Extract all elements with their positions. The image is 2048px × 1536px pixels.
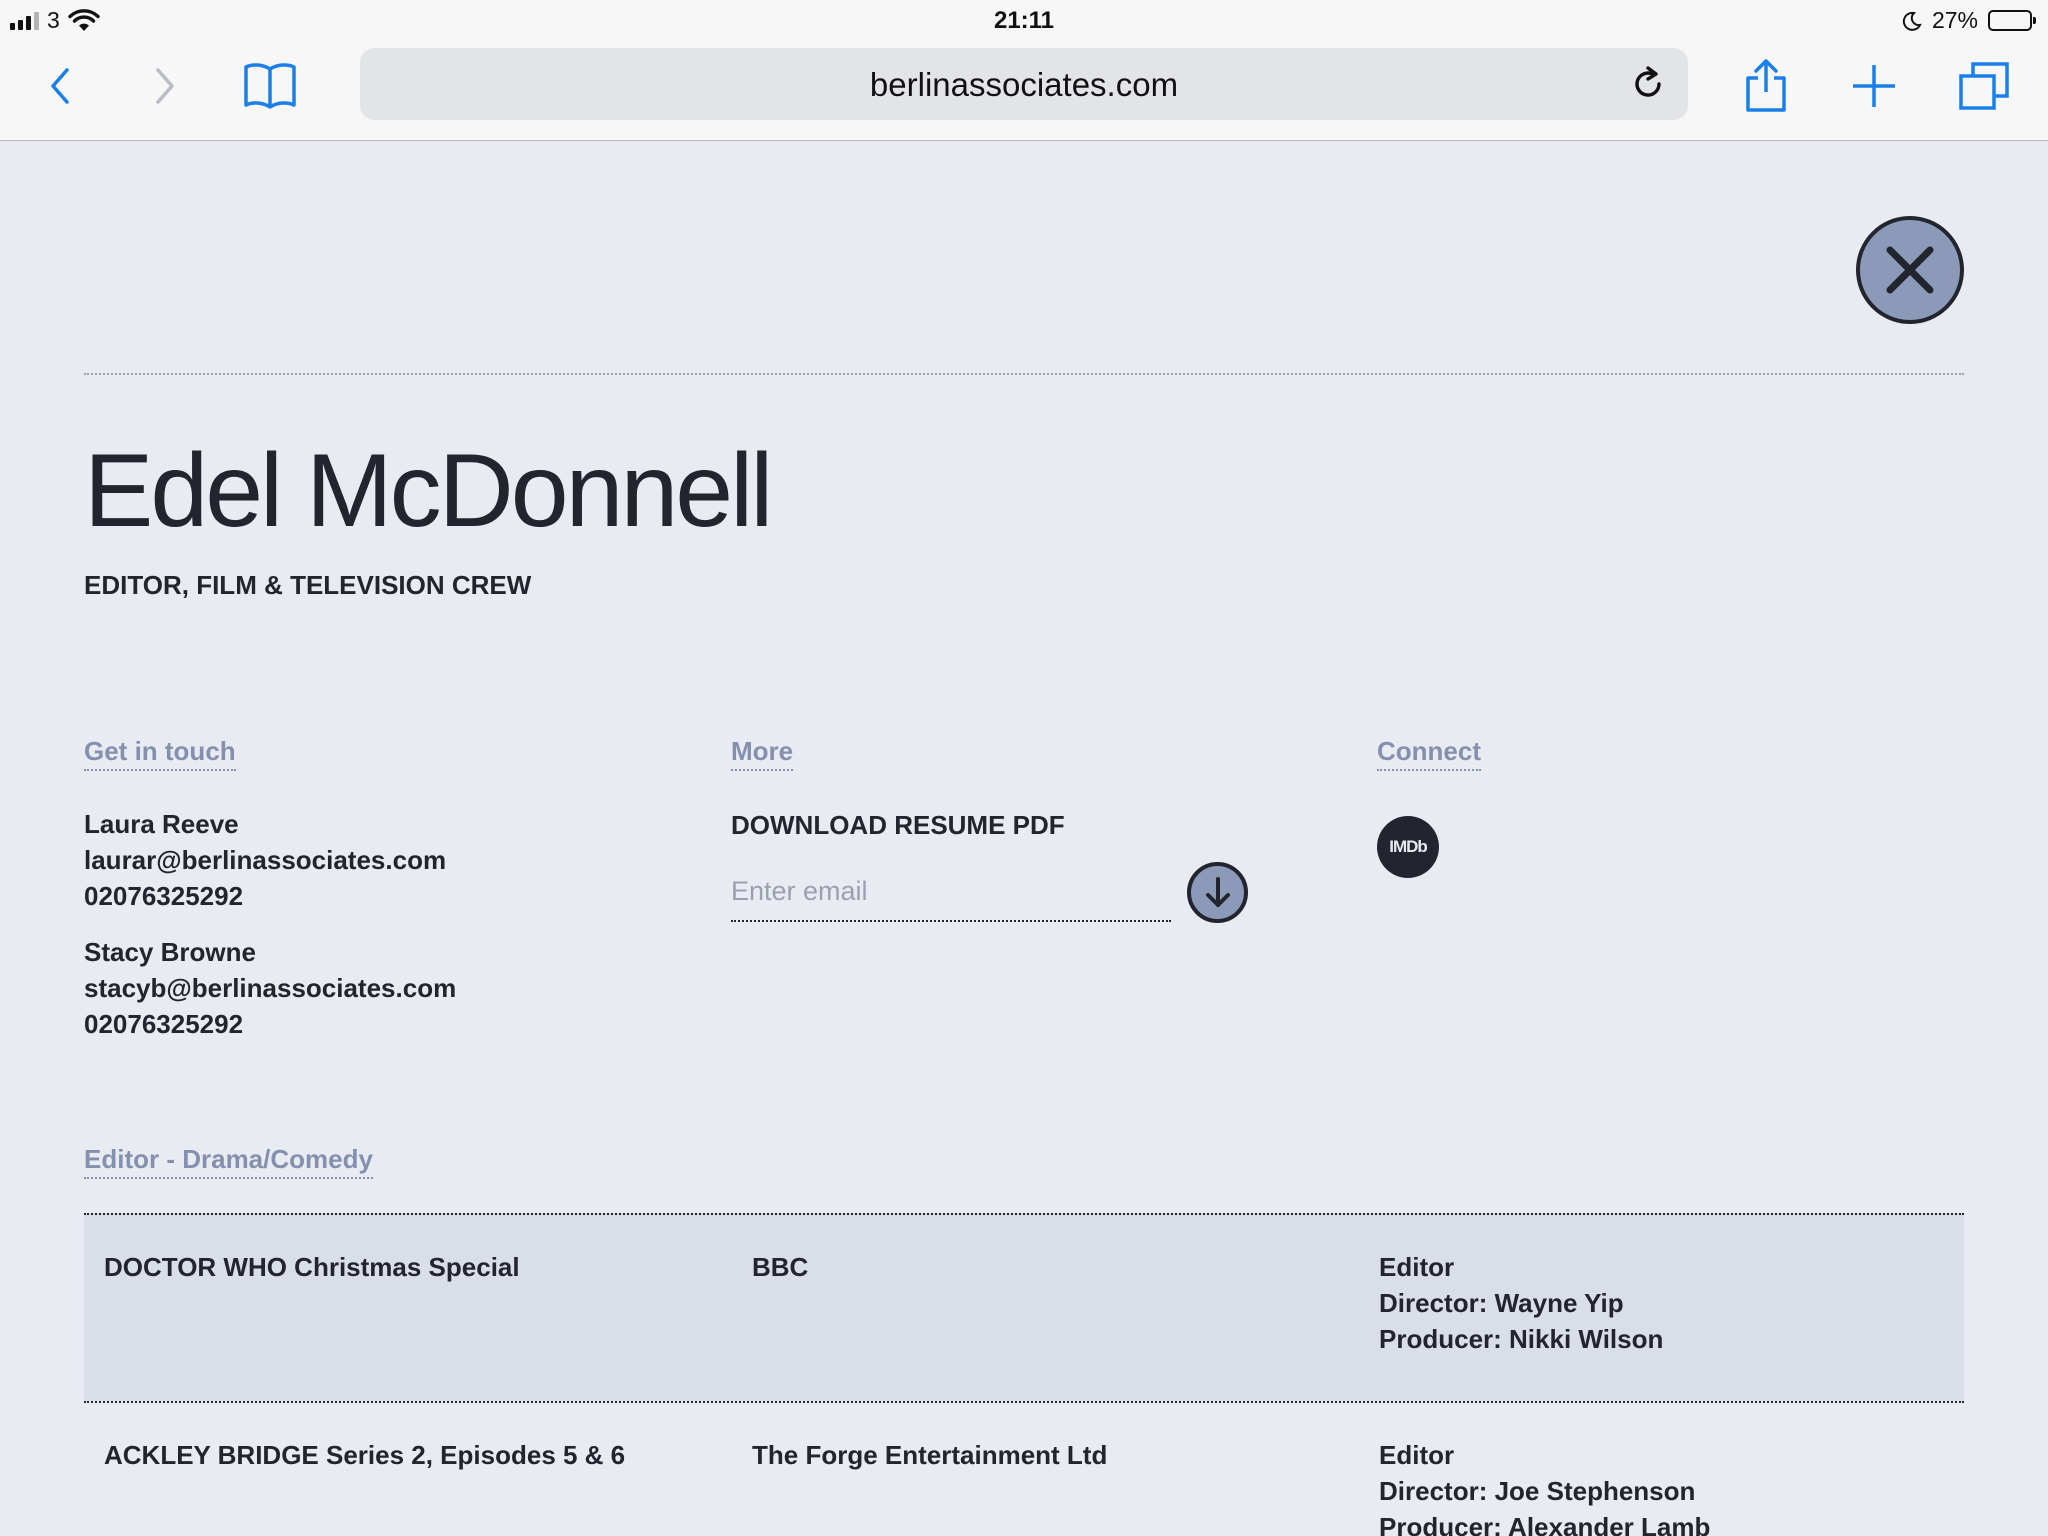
browser-toolbar: berlinassociates.com — [0, 44, 2048, 130]
battery-percent: 27% — [1931, 7, 1978, 33]
tabs-button[interactable] — [1954, 56, 2014, 116]
share-button[interactable] — [1736, 56, 1796, 116]
credit-role: Editor — [1379, 1252, 1455, 1282]
contact-name: Laura Reeve — [84, 809, 239, 839]
credit-company: The Forge Entertainment Ltd — [752, 1440, 1108, 1470]
new-tab-button[interactable] — [1844, 56, 1904, 116]
credit-row: DOCTOR WHO Christmas Special BBC Editor … — [84, 1213, 1964, 1401]
credit-producer: Producer: Nikki Wilson — [1379, 1324, 1664, 1354]
resume-email-input[interactable] — [731, 862, 1171, 922]
moon-icon — [1902, 11, 1922, 31]
status-time: 21:11 — [993, 7, 1055, 34]
more-heading: More — [731, 736, 794, 771]
reload-icon[interactable] — [1628, 64, 1668, 104]
tabs-icon — [1959, 62, 2009, 110]
back-button[interactable] — [30, 56, 90, 116]
get-in-touch-heading: Get in touch — [84, 736, 236, 771]
credit-title: DOCTOR WHO Christmas Special — [104, 1252, 520, 1282]
browser-chrome: 3 21:11 27% berlinassociates.com — [0, 0, 2048, 141]
credits-table: DOCTOR WHO Christmas Special BBC Editor … — [84, 1213, 1964, 1536]
forward-icon — [156, 68, 174, 104]
credit-details: Editor Director: Joe Stephenson Producer… — [1379, 1437, 1710, 1536]
address-bar[interactable]: berlinassociates.com — [360, 48, 1688, 120]
close-button[interactable] — [1856, 216, 1964, 324]
credit-director: Director: Joe Stephenson — [1379, 1476, 1696, 1506]
header-divider — [84, 373, 1964, 375]
credit-title: ACKLEY BRIDGE Series 2, Episodes 5 & 6 — [104, 1440, 626, 1470]
status-right: 27% — [1902, 7, 2036, 34]
url-text: berlinassociates.com — [869, 66, 1179, 103]
status-bar: 3 21:11 27% — [0, 0, 2048, 40]
contact-phone-link[interactable]: 02076325292 — [84, 1006, 456, 1042]
contact-card: Stacy Browne stacyb@berlinassociates.com… — [84, 934, 456, 1042]
share-icon — [1746, 59, 1786, 112]
credit-role: Editor — [1379, 1440, 1455, 1470]
download-arrow-icon — [1205, 876, 1230, 907]
download-resume-button[interactable] — [1187, 862, 1248, 923]
contact-phone-link[interactable]: 02076325292 — [84, 878, 446, 914]
bookmarks-button[interactable] — [240, 56, 300, 116]
credit-row: ACKLEY BRIDGE Series 2, Episodes 5 & 6 T… — [84, 1401, 1964, 1536]
imdb-logo-text: IMDb — [1389, 837, 1428, 856]
contact-card: Laura Reeve laurar@berlinassociates.com … — [84, 806, 446, 914]
contact-name: Stacy Browne — [84, 937, 256, 967]
profile-subtitle: EDITOR, FILM & TELEVISION CREW — [84, 570, 532, 600]
credit-producer: Producer: Alexander Lamb — [1379, 1512, 1711, 1536]
connect-heading: Connect — [1377, 736, 1481, 771]
contact-email-link[interactable]: laurar@berlinassociates.com — [84, 842, 446, 878]
credit-director: Director: Wayne Yip — [1379, 1288, 1624, 1318]
profile-name: Edel McDonnell — [84, 433, 773, 549]
bookmarks-icon — [244, 63, 296, 109]
back-icon — [51, 68, 69, 104]
contact-email-link[interactable]: stacyb@berlinassociates.com — [84, 970, 456, 1006]
imdb-link[interactable]: IMDb — [1377, 816, 1439, 878]
credit-details: Editor Director: Wayne Yip Producer: Nik… — [1379, 1249, 1663, 1357]
add-tab-icon — [1853, 65, 1895, 107]
download-resume-label: DOWNLOAD RESUME PDF — [731, 810, 1065, 840]
forward-button[interactable] — [135, 56, 195, 116]
close-icon — [1886, 246, 1934, 294]
battery-icon — [1988, 10, 2036, 31]
credit-company: BBC — [752, 1252, 809, 1282]
credits-section-heading: Editor - Drama/Comedy — [84, 1144, 373, 1179]
